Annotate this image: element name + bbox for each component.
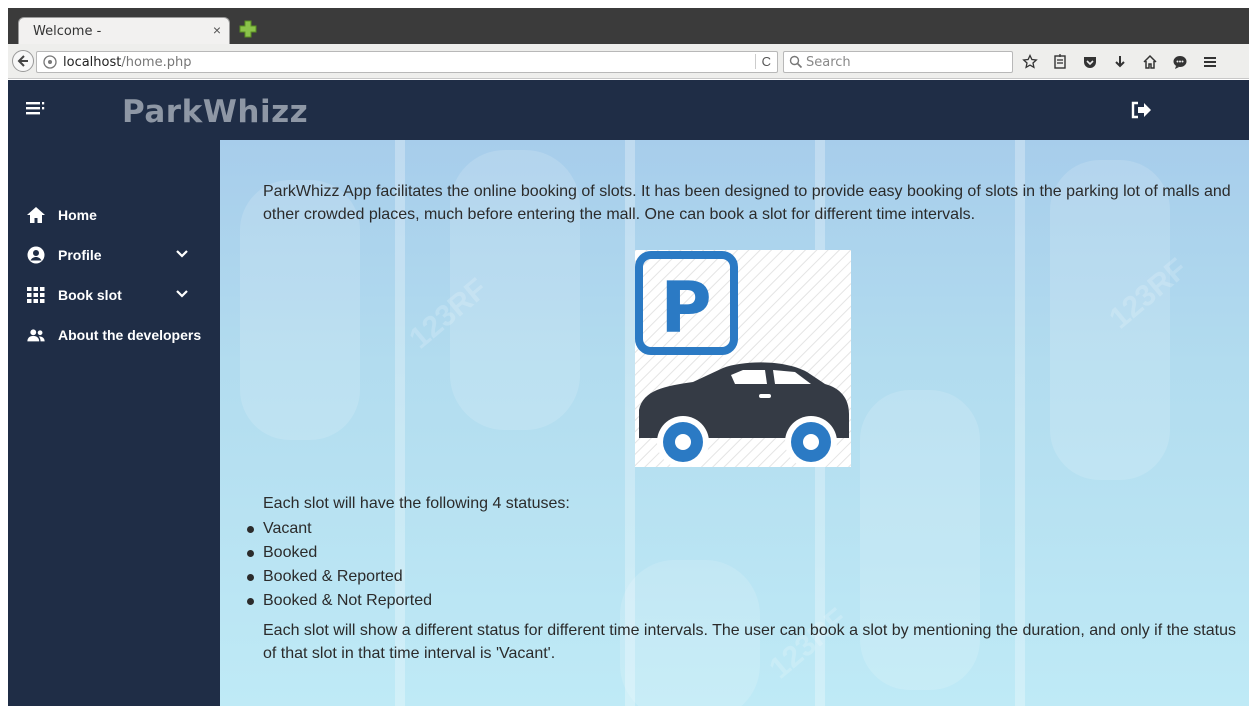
search-icon xyxy=(789,55,803,74)
sidebar: Home Profile Book slot About the develop… xyxy=(8,140,220,706)
browser-tab[interactable]: Welcome - × xyxy=(18,17,230,45)
sidebar-item-label: Home xyxy=(58,207,97,223)
sidebar-item-label: About the developers xyxy=(58,327,202,343)
browser-navigation-bar: localhost/home.php C Search xyxy=(8,44,1249,79)
site-info-icon[interactable] xyxy=(43,55,57,74)
logout-icon[interactable] xyxy=(1130,100,1152,125)
main-content: 123RF 123RF 123RF ParkWhizz App facilita… xyxy=(220,140,1249,706)
tab-close-icon[interactable]: × xyxy=(213,22,221,38)
hamburger-menu-icon[interactable] xyxy=(1202,54,1218,70)
browser-toolbar-icons xyxy=(1022,51,1218,73)
statuses-heading: Each slot will have the following 4 stat… xyxy=(263,495,570,512)
url-host: localhost xyxy=(63,55,122,70)
sidebar-item-label: Profile xyxy=(58,247,102,263)
url-bar[interactable]: localhost/home.php C xyxy=(36,51,778,73)
chevron-down-icon[interactable] xyxy=(176,289,188,299)
parking-logo-image: P xyxy=(635,250,851,468)
list-item: Booked & Reported xyxy=(246,565,432,589)
sidebar-item-book-slot[interactable]: Book slot xyxy=(8,281,220,309)
intro-paragraph: ParkWhizz App facilitates the online boo… xyxy=(263,183,1231,223)
sidebar-item-home[interactable]: Home xyxy=(8,201,220,229)
parking-p-letter: P xyxy=(660,267,711,349)
home-icon xyxy=(27,207,45,223)
download-arrow-icon[interactable] xyxy=(1112,54,1128,70)
user-circle-icon xyxy=(27,246,45,264)
status-list: Vacant Booked Booked & Reported Booked &… xyxy=(246,517,432,613)
url-path: /home.php xyxy=(121,55,192,70)
browser-search-input[interactable]: Search xyxy=(783,51,1013,73)
bookmark-star-icon[interactable] xyxy=(1022,54,1038,70)
list-item: Booked xyxy=(246,541,432,565)
chevron-down-icon[interactable] xyxy=(176,249,188,259)
search-placeholder: Search xyxy=(806,55,851,70)
pocket-icon[interactable] xyxy=(1082,54,1098,70)
tab-title: Welcome - xyxy=(33,24,102,39)
app-header: ParkWhizz xyxy=(8,80,1249,140)
back-arrow-icon[interactable] xyxy=(12,50,34,72)
list-item: Vacant xyxy=(246,517,432,541)
sidebar-item-about-developers[interactable]: About the developers xyxy=(8,321,220,349)
closing-paragraph: Each slot will show a different status f… xyxy=(263,622,1236,662)
users-icon xyxy=(27,329,45,342)
new-tab-plus-icon[interactable] xyxy=(238,19,258,39)
url-text: localhost/home.php xyxy=(63,55,191,70)
grid-icon xyxy=(27,287,45,303)
menu-toggle-icon[interactable] xyxy=(26,100,48,121)
home-browser-icon[interactable] xyxy=(1142,54,1158,70)
list-item: Booked & Not Reported xyxy=(246,589,432,613)
reading-list-icon[interactable] xyxy=(1052,54,1068,70)
sidebar-item-label: Book slot xyxy=(58,287,122,303)
brand-title[interactable]: ParkWhizz xyxy=(122,94,308,130)
browser-tab-bar: Welcome - × xyxy=(8,8,1249,45)
sidebar-item-profile[interactable]: Profile xyxy=(8,241,220,269)
reload-icon[interactable]: C xyxy=(754,54,771,69)
chat-bubble-icon[interactable] xyxy=(1172,54,1188,70)
